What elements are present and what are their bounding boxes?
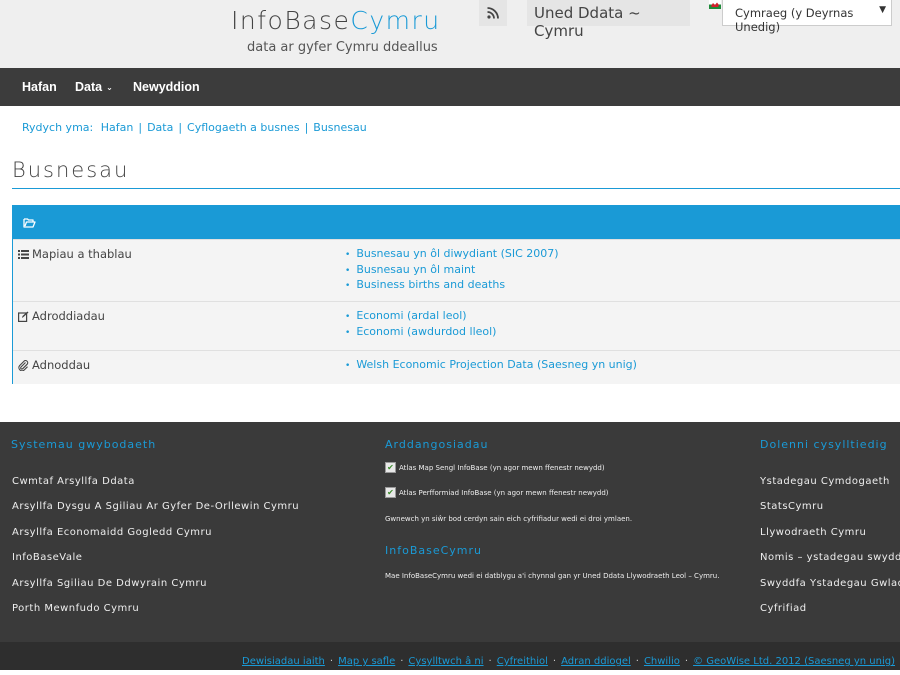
rss-button[interactable]	[479, 0, 507, 26]
breadcrumb-link-data[interactable]: Data	[147, 121, 173, 134]
list-icon	[18, 249, 29, 259]
breadcrumb-link-hafan[interactable]: Hafan	[101, 121, 134, 134]
paperclip-icon	[18, 359, 29, 371]
breadcrumb-prefix: Rydych yma:	[22, 121, 94, 134]
bottom-link-sitemap[interactable]: Map y safle	[338, 656, 395, 667]
folder-open-icon	[23, 218, 36, 228]
chevron-down-icon: ⌄	[106, 83, 113, 92]
caret-down-icon: ▼	[879, 5, 886, 15]
bottom-link-language[interactable]: Dewisiadau iaith	[242, 656, 325, 667]
link-economi-ardal[interactable]: Economi (ardal leol)	[356, 309, 466, 322]
footer-about-text: Mae InfoBaseCymru wedi ei datblygu a'i c…	[385, 572, 720, 580]
footer-heading-systems: Systemau gwybodaeth	[11, 438, 157, 451]
site-logo[interactable]: InfoBaseCymru	[231, 6, 441, 35]
footer-heading-infobase: InfoBaseCymru	[385, 544, 483, 557]
nav-item-hafan[interactable]: Hafan	[22, 80, 57, 94]
footer-link-mewnfudo[interactable]: Porth Mewnfudo Cymru	[12, 603, 139, 614]
bottom-link-copyright[interactable]: © GeoWise Ltd. 2012 (Saesneg yn unig)	[693, 656, 895, 667]
breadcrumb-link-cyflogaeth[interactable]: Cyflogaeth a busnes	[187, 121, 300, 134]
footer-heading-links: Dolenni cysylltiedig	[760, 438, 888, 451]
link-economi-awdurdod[interactable]: Economi (awdurdod lleol)	[356, 325, 496, 338]
row-label-reports: Adroddiadau	[18, 309, 105, 323]
list-item[interactable]: Economi (awdurdod lleol)	[345, 325, 496, 341]
language-select[interactable]: Cymraeg (y Deyrnas Unedig) ▼	[722, 0, 892, 34]
map-thumbnail-icon: ✔	[385, 462, 396, 473]
list-item[interactable]: Economi (ardal leol)	[345, 309, 496, 325]
footer-link-cyfrifiad[interactable]: Cyfrifiad	[760, 603, 807, 614]
footer-link-dysgu[interactable]: Arsyllfa Dysgu A Sgiliau Ar Gyfer De-Orl…	[12, 501, 299, 512]
footer-link-gogledd[interactable]: Arsyllfa Economaidd Gogledd Cymru	[12, 527, 212, 538]
rss-icon	[487, 7, 499, 19]
nav-item-data-label: Data	[75, 80, 103, 94]
link-busnesau-maint[interactable]: Busnesau yn ôl maint	[356, 263, 475, 276]
resources-panel: Mapiau a thablau Busnesau yn ôl diwydian…	[12, 205, 900, 384]
footer-link-cymdogaeth[interactable]: Ystadegau Cymdogaeth	[760, 476, 890, 487]
panel-row-maps: Mapiau a thablau Busnesau yn ôl diwydian…	[13, 239, 900, 301]
list-item[interactable]: Busnesau yn ôl diwydiant (SIC 2007)	[345, 247, 558, 263]
bottom-link-search[interactable]: Chwilio	[644, 656, 680, 667]
footer-link-atlas-performance-label: Atlas Perfformiad InfoBase (yn agor mewn…	[399, 488, 609, 497]
footer-link-llywodraeth[interactable]: Llywodraeth Cymru	[760, 527, 866, 538]
footer-bottom-links: Dewisiadau iaith · Map y safle · Cysylltwch …	[242, 656, 895, 667]
page-title: Busnesau	[12, 158, 130, 182]
list-item[interactable]: Busnesau yn ôl maint	[345, 263, 559, 279]
edit-icon	[18, 311, 29, 322]
logo-text: InfoBase	[231, 6, 351, 35]
list-item[interactable]: Welsh Economic Projection Data (Saesneg …	[345, 358, 637, 374]
breadcrumb: Rydych yma: Hafan | Data | Cyflogaeth a busn…	[22, 121, 367, 134]
data-unit-label[interactable]: Uned Ddata ~ Cymru	[527, 0, 690, 40]
breadcrumb-link-busnesau[interactable]: Busnesau	[313, 121, 366, 134]
footer-link-atlas-performance[interactable]: ✔ Atlas Perfformiad InfoBase (yn agor me…	[385, 487, 609, 498]
footer-link-sgiliau[interactable]: Arsyllfa Sgiliau De Ddwyrain Cymru	[12, 578, 207, 589]
link-busnesau-diwydiant[interactable]: Busnesau yn ôl diwydiant (SIC 2007)	[356, 247, 558, 260]
nav-item-newyddion[interactable]: Newyddion	[133, 80, 200, 94]
footer-link-infobasevale[interactable]: InfoBaseVale	[12, 552, 82, 563]
footer-link-nomis[interactable]: Nomis – ystadegau swyddogol	[760, 552, 900, 563]
row-links-resources: Welsh Economic Projection Data (Saesneg …	[345, 358, 637, 374]
panel-row-resources: Adnoddau Welsh Economic Projection Data …	[13, 350, 900, 384]
site-footer: Systemau gwybodaeth Cwmtaf Arsyllfa Ddat…	[0, 422, 900, 642]
panel-row-reports: Adroddiadau Economi (ardal leol) Economi…	[13, 301, 900, 350]
link-business-births[interactable]: Business births and deaths	[356, 278, 505, 291]
map-thumbnail-icon: ✔	[385, 487, 396, 498]
footer-link-atlas-map[interactable]: ✔ Atlas Map Sengl InfoBase (yn agor mewn…	[385, 462, 605, 473]
footer-link-atlas-map-label: Atlas Map Sengl InfoBase (yn agor mewn f…	[399, 463, 605, 472]
site-tagline: data ar gyfer Cymru ddeallus	[247, 40, 438, 55]
row-label-text: Adnoddau	[32, 358, 91, 372]
bottom-link-secure[interactable]: Adran ddiogel	[561, 656, 631, 667]
list-item[interactable]: Business births and deaths	[345, 278, 559, 294]
row-label-maps: Mapiau a thablau	[18, 247, 132, 261]
row-links-maps: Busnesau yn ôl diwydiant (SIC 2007) Busn…	[345, 247, 559, 294]
welsh-flag-icon	[709, 0, 721, 9]
nav-item-data[interactable]: Data ⌄	[75, 80, 113, 94]
row-label-text: Adroddiadau	[32, 309, 105, 323]
bottom-link-contact[interactable]: Cysylltwch â ni	[408, 656, 483, 667]
footer-link-swyddfa[interactable]: Swyddfa Ystadegau Gwladol	[760, 578, 900, 589]
link-welsh-economic-projection[interactable]: Welsh Economic Projection Data (Saesneg …	[356, 358, 637, 371]
footer-link-cwmtaf[interactable]: Cwmtaf Arsyllfa Ddata	[12, 476, 135, 487]
bottom-link-legal[interactable]: Cyfreithiol	[497, 656, 548, 667]
footer-heading-demos: Arddangosiadau	[385, 438, 489, 451]
row-label-text: Mapiau a thablau	[32, 247, 132, 261]
logo-accent-text: Cymru	[350, 6, 441, 35]
row-links-reports: Economi (ardal leol) Economi (awdurdod l…	[345, 309, 496, 340]
panel-header	[13, 206, 900, 239]
language-select-value: Cymraeg (y Deyrnas Unedig)	[735, 6, 854, 34]
footer-link-statscymru[interactable]: StatsCymru	[760, 501, 824, 512]
footer-sound-note: Gwnewch yn siŵr bod cerdyn sain eich cyf…	[385, 515, 633, 523]
site-header: InfoBaseCymru data ar gyfer Cymru ddeall…	[0, 0, 900, 68]
title-divider	[12, 188, 900, 189]
main-nav: Hafan Data ⌄ Newyddion	[0, 68, 900, 106]
row-label-resources: Adnoddau	[18, 358, 90, 372]
